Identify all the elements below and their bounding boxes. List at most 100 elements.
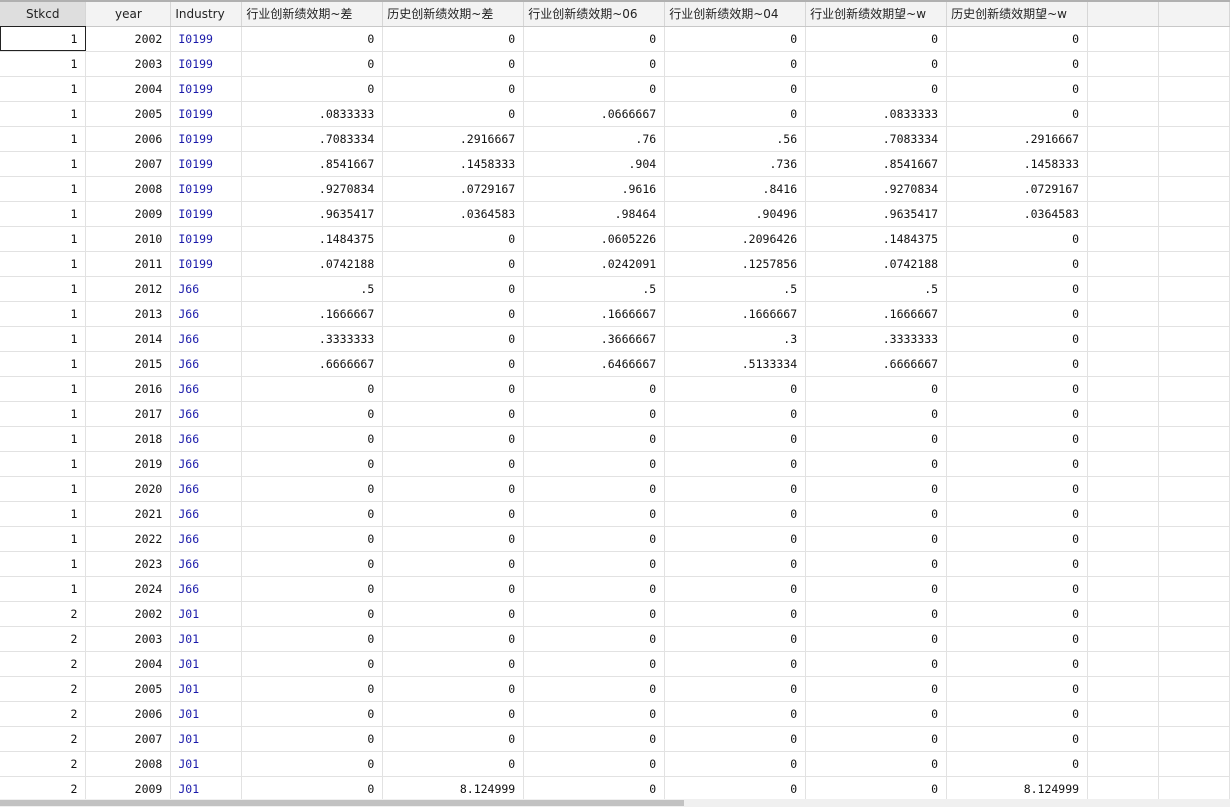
cell-v6[interactable]: 0 [946, 426, 1089, 452]
cell-v4[interactable]: 0 [664, 101, 807, 127]
cell-v2[interactable]: 8.124999 [382, 776, 525, 799]
cell-v4[interactable]: 0 [664, 526, 807, 552]
cell-v1[interactable]: 0 [241, 776, 384, 799]
horizontal-scrollbar-thumb[interactable] [0, 800, 684, 806]
cell-v1[interactable]: 0 [241, 376, 384, 402]
cell-v1[interactable]: .9635417 [241, 201, 384, 227]
cell-v1[interactable]: .3333333 [241, 326, 384, 352]
cell-v6[interactable]: 0 [946, 626, 1089, 652]
cell-v6[interactable]: 0 [946, 476, 1089, 502]
cell-industry[interactable]: J01 [170, 626, 243, 652]
cell-v4[interactable]: .1257856 [664, 251, 807, 277]
cell-v3[interactable]: .904 [523, 151, 666, 177]
cell-v6[interactable]: 0 [946, 326, 1089, 352]
cell-v6[interactable]: 0 [946, 101, 1089, 127]
cell-industry[interactable]: I0199 [170, 201, 243, 227]
cell-stkcd[interactable]: 1 [0, 301, 87, 327]
horizontal-scrollbar[interactable] [0, 799, 1230, 807]
cell-v3[interactable]: 0 [523, 626, 666, 652]
cell-v1[interactable]: .9270834 [241, 176, 384, 202]
cell-v3[interactable]: .3666667 [523, 326, 666, 352]
cell-v5[interactable]: 0 [805, 776, 948, 799]
cell-v6[interactable]: 0 [946, 651, 1089, 677]
cell-v2[interactable]: 0 [382, 401, 525, 427]
cell-year[interactable]: 2022 [85, 526, 172, 552]
cell-v2[interactable]: 0 [382, 726, 525, 752]
cell-v1[interactable]: .7083334 [241, 126, 384, 152]
cell-stkcd[interactable]: 1 [0, 226, 87, 252]
cell-v5[interactable]: .1484375 [805, 226, 948, 252]
cell-v1[interactable]: 0 [241, 501, 384, 527]
cell-v1[interactable]: .8541667 [241, 151, 384, 177]
cell-stkcd[interactable]: 2 [0, 776, 87, 799]
cell-v4[interactable]: 0 [664, 751, 807, 777]
cell-v3[interactable]: 0 [523, 26, 666, 52]
cell-v6[interactable]: 0 [946, 451, 1089, 477]
cell-year[interactable]: 2024 [85, 576, 172, 602]
cell-industry[interactable]: J66 [170, 401, 243, 427]
cell-v6[interactable]: 0 [946, 301, 1089, 327]
cell-industry[interactable]: J01 [170, 676, 243, 702]
cell-v1[interactable]: 0 [241, 751, 384, 777]
cell-stkcd[interactable]: 1 [0, 26, 87, 52]
cell-v3[interactable]: 0 [523, 551, 666, 577]
cell-v2[interactable]: .1458333 [382, 151, 525, 177]
cell-v3[interactable]: 0 [523, 76, 666, 102]
cell-industry[interactable]: J66 [170, 326, 243, 352]
cell-stkcd[interactable]: 2 [0, 726, 87, 752]
cell-v4[interactable]: 0 [664, 476, 807, 502]
cell-v5[interactable]: 0 [805, 601, 948, 627]
cell-v2[interactable]: .0729167 [382, 176, 525, 202]
cell-stkcd[interactable]: 1 [0, 176, 87, 202]
cell-v1[interactable]: 0 [241, 526, 384, 552]
cell-industry[interactable]: I0199 [170, 251, 243, 277]
cell-v3[interactable]: 0 [523, 651, 666, 677]
cell-v1[interactable]: 0 [241, 476, 384, 502]
cell-year[interactable]: 2013 [85, 301, 172, 327]
cell-v6[interactable]: 0 [946, 501, 1089, 527]
cell-v4[interactable]: 0 [664, 501, 807, 527]
column-header-stkcd[interactable]: Stkcd [0, 0, 87, 27]
column-header-v3[interactable]: 行业创新绩效期~06 [523, 0, 666, 27]
cell-v4[interactable]: .3 [664, 326, 807, 352]
cell-stkcd[interactable]: 2 [0, 601, 87, 627]
cell-v4[interactable]: .736 [664, 151, 807, 177]
cell-v3[interactable]: .98464 [523, 201, 666, 227]
cell-industry[interactable]: I0199 [170, 101, 243, 127]
cell-stkcd[interactable]: 2 [0, 676, 87, 702]
cell-v6[interactable]: .0364583 [946, 201, 1089, 227]
cell-year[interactable]: 2009 [85, 776, 172, 799]
cell-v2[interactable]: 0 [382, 576, 525, 602]
cell-v6[interactable]: 0 [946, 551, 1089, 577]
cell-v2[interactable]: 0 [382, 351, 525, 377]
cell-stkcd[interactable]: 2 [0, 751, 87, 777]
cell-year[interactable]: 2007 [85, 726, 172, 752]
cell-industry[interactable]: I0199 [170, 176, 243, 202]
cell-v4[interactable]: 0 [664, 426, 807, 452]
cell-v5[interactable]: 0 [805, 451, 948, 477]
cell-v1[interactable]: .1666667 [241, 301, 384, 327]
cell-v4[interactable]: 0 [664, 676, 807, 702]
cell-year[interactable]: 2004 [85, 76, 172, 102]
cell-industry[interactable]: J66 [170, 426, 243, 452]
cell-year[interactable]: 2015 [85, 351, 172, 377]
cell-v3[interactable]: .6466667 [523, 351, 666, 377]
cell-industry[interactable]: J66 [170, 551, 243, 577]
cell-v6[interactable]: 0 [946, 526, 1089, 552]
cell-v5[interactable]: 0 [805, 51, 948, 77]
cell-v2[interactable]: 0 [382, 451, 525, 477]
cell-v4[interactable]: 0 [664, 651, 807, 677]
cell-v3[interactable]: .5 [523, 276, 666, 302]
cell-v5[interactable]: .3333333 [805, 326, 948, 352]
cell-stkcd[interactable]: 1 [0, 251, 87, 277]
cell-year[interactable]: 2023 [85, 551, 172, 577]
cell-year[interactable]: 2008 [85, 751, 172, 777]
cell-stkcd[interactable]: 2 [0, 701, 87, 727]
cell-v3[interactable]: 0 [523, 576, 666, 602]
cell-v1[interactable]: .6666667 [241, 351, 384, 377]
cell-v3[interactable]: 0 [523, 526, 666, 552]
cell-v4[interactable]: 0 [664, 51, 807, 77]
cell-v3[interactable]: 0 [523, 676, 666, 702]
cell-stkcd[interactable]: 1 [0, 276, 87, 302]
cell-stkcd[interactable]: 1 [0, 501, 87, 527]
